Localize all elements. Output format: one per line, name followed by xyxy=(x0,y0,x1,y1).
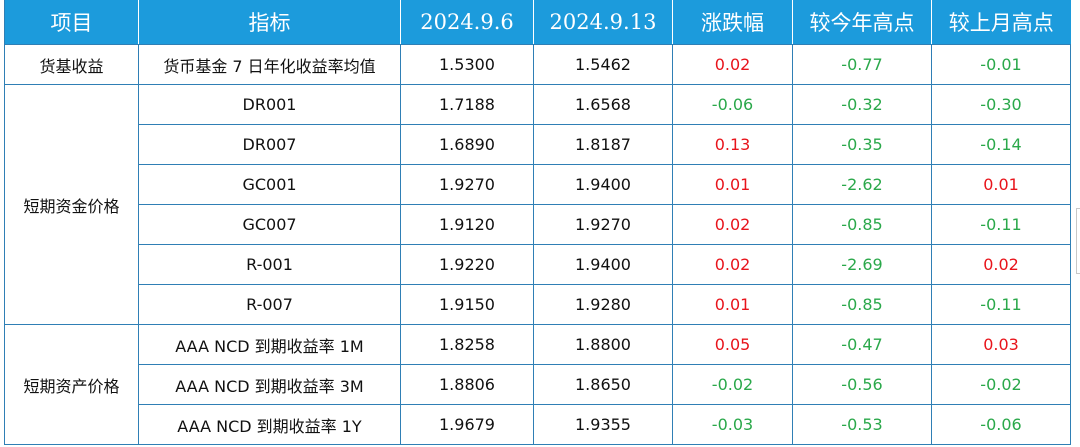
change-cell: 0.13 xyxy=(672,124,793,165)
group-label-cell: 货基收益 xyxy=(4,44,139,85)
vs-year-high-cell: -0.53 xyxy=(792,404,932,445)
value-date-2-cell: 1.8800 xyxy=(533,324,673,365)
table-row: AAA NCD 到期收益率 1Y 1.9679 1.9355 -0.03 -0.53 -0… xyxy=(5,404,1071,445)
table-row: 货基收益 货币基金 7 日年化收益率均值 1.5300 1.5462 0.02 -0.77… xyxy=(4,44,1071,85)
header-item: 项目 xyxy=(4,0,139,45)
value-date-2-cell: 1.9400 xyxy=(533,164,673,205)
scroll-edge-marker xyxy=(1076,208,1080,274)
indicator-cell: AAA NCD 到期收益率 1M xyxy=(138,324,401,365)
value-date-1-cell: 1.5300 xyxy=(400,44,534,85)
table-row: 短期资金价格 DR001 1.7188 1.6568 -0.06 -0.32 -0.30 xyxy=(4,84,1071,325)
header-date-1: 2024.9.6 xyxy=(400,0,534,45)
vs-month-high-cell: -0.02 xyxy=(931,364,1071,405)
change-cell: 0.02 xyxy=(672,204,793,245)
vs-year-high-cell: -0.85 xyxy=(792,284,932,325)
value-date-1-cell: 1.9220 xyxy=(400,244,534,285)
value-date-1-cell: 1.9679 xyxy=(400,404,534,445)
vs-month-high-cell: 0.03 xyxy=(931,324,1071,365)
change-cell: 0.02 xyxy=(672,244,793,285)
table-row: R-001 1.9220 1.9400 0.02 -2.69 0.02 xyxy=(5,244,1071,285)
yield-table: 项目 指标 2024.9.6 2024.9.13 涨跌幅 较今年高点 较上月高点… xyxy=(4,0,1071,445)
value-date-2-cell: 1.9400 xyxy=(533,244,673,285)
value-date-2-cell: 1.8187 xyxy=(533,124,673,165)
value-date-1-cell: 1.9270 xyxy=(400,164,534,205)
value-date-2-cell: 1.8650 xyxy=(533,364,673,405)
value-date-1-cell: 1.6890 xyxy=(400,124,534,165)
header-vs-year-high: 较今年高点 xyxy=(792,0,932,45)
change-cell: -0.06 xyxy=(672,84,793,125)
vs-month-high-cell: -0.11 xyxy=(931,284,1071,325)
table-row: AAA NCD 到期收益率 3M 1.8806 1.8650 -0.02 -0.56 -0… xyxy=(5,364,1071,405)
vs-year-high-cell: -0.56 xyxy=(792,364,932,405)
header-vs-month-high: 较上月高点 xyxy=(931,0,1071,45)
table-row: GC001 1.9270 1.9400 0.01 -2.62 0.01 xyxy=(5,164,1071,205)
indicator-cell: DR001 xyxy=(138,84,401,125)
value-date-2-cell: 1.9355 xyxy=(533,404,673,445)
header-change: 涨跌幅 xyxy=(672,0,793,45)
value-date-1-cell: 1.9150 xyxy=(400,284,534,325)
vs-month-high-cell: 0.01 xyxy=(931,164,1071,205)
indicator-cell: R-001 xyxy=(138,244,401,285)
vs-year-high-cell: -0.32 xyxy=(792,84,932,125)
indicator-cell: R-007 xyxy=(138,284,401,325)
vs-month-high-cell: 0.02 xyxy=(931,244,1071,285)
vs-year-high-cell: -0.47 xyxy=(792,324,932,365)
header-row: 项目 指标 2024.9.6 2024.9.13 涨跌幅 较今年高点 较上月高点 xyxy=(4,0,1071,45)
vs-year-high-cell: -0.85 xyxy=(792,204,932,245)
change-cell: 0.01 xyxy=(672,284,793,325)
vs-month-high-cell: -0.14 xyxy=(931,124,1071,165)
value-date-2-cell: 1.9280 xyxy=(533,284,673,325)
table-row: GC007 1.9120 1.9270 0.02 -0.85 -0.11 xyxy=(5,204,1071,245)
change-cell: -0.02 xyxy=(672,364,793,405)
value-date-2-cell: 1.5462 xyxy=(533,44,673,85)
table-body: 货基收益 货币基金 7 日年化收益率均值 1.5300 1.5462 0.02 -0.77… xyxy=(4,44,1071,445)
change-cell: -0.03 xyxy=(672,404,793,445)
table-row: DR007 1.6890 1.8187 0.13 -0.35 -0.14 xyxy=(5,124,1071,165)
table-row: 短期资产价格 AAA NCD 到期收益率 1M 1.8258 1.8800 0.05 -0… xyxy=(4,324,1071,445)
vs-month-high-cell: -0.30 xyxy=(931,84,1071,125)
value-date-1-cell: 1.7188 xyxy=(400,84,534,125)
vs-month-high-cell: -0.01 xyxy=(931,44,1071,85)
vs-year-high-cell: -2.69 xyxy=(792,244,932,285)
vs-month-high-cell: -0.11 xyxy=(931,204,1071,245)
indicator-cell: AAA NCD 到期收益率 3M xyxy=(138,364,401,405)
indicator-cell: GC001 xyxy=(138,164,401,205)
indicator-cell: GC007 xyxy=(138,204,401,245)
vs-year-high-cell: -0.77 xyxy=(792,44,932,85)
indicator-cell: AAA NCD 到期收益率 1Y xyxy=(138,404,401,445)
indicator-cell: 货币基金 7 日年化收益率均值 xyxy=(138,44,401,85)
change-cell: 0.05 xyxy=(672,324,793,365)
vs-month-high-cell: -0.06 xyxy=(931,404,1071,445)
value-date-1-cell: 1.8258 xyxy=(400,324,534,365)
table-header: 项目 指标 2024.9.6 2024.9.13 涨跌幅 较今年高点 较上月高点 xyxy=(4,0,1071,45)
group-label-cell: 短期资金价格 xyxy=(4,84,139,325)
indicator-cell: DR007 xyxy=(138,124,401,165)
value-date-1-cell: 1.9120 xyxy=(400,204,534,245)
group-label-cell: 短期资产价格 xyxy=(4,324,139,445)
header-indicator: 指标 xyxy=(138,0,401,45)
table-row: R-007 1.9150 1.9280 0.01 -0.85 -0.11 xyxy=(5,284,1071,325)
value-date-2-cell: 1.6568 xyxy=(533,84,673,125)
value-date-1-cell: 1.8806 xyxy=(400,364,534,405)
header-date-2: 2024.9.13 xyxy=(533,0,673,45)
value-date-2-cell: 1.9270 xyxy=(533,204,673,245)
change-cell: 0.02 xyxy=(672,44,793,85)
vs-year-high-cell: -2.62 xyxy=(792,164,932,205)
vs-year-high-cell: -0.35 xyxy=(792,124,932,165)
change-cell: 0.01 xyxy=(672,164,793,205)
